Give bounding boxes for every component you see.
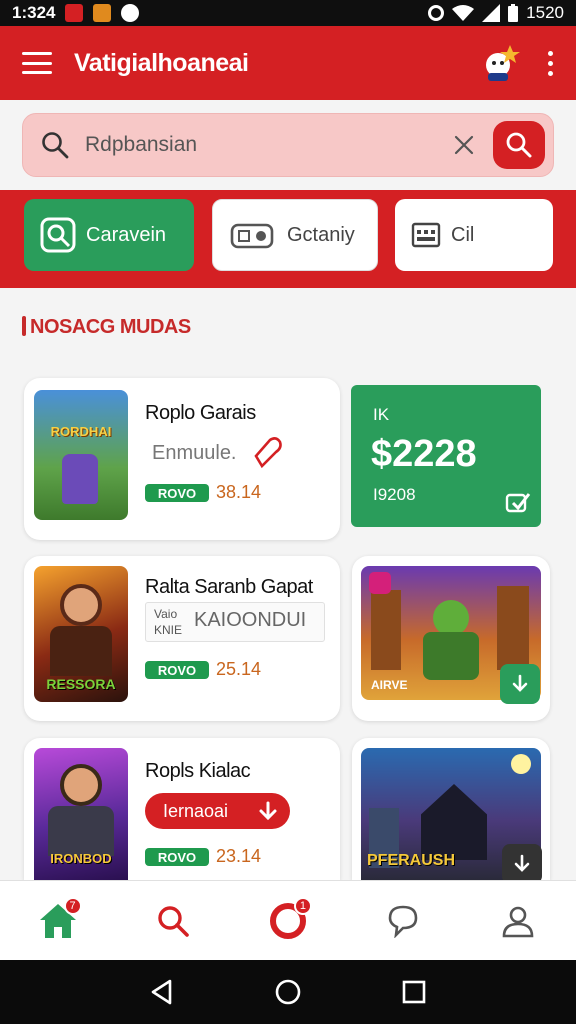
app-notification-icon <box>93 4 112 22</box>
thumbnail-logo: IRONBOD <box>50 851 112 866</box>
rating-value: 23.14 <box>216 846 262 866</box>
battery-level: 1520 <box>526 3 564 22</box>
status-time: 1:324 <box>12 3 56 22</box>
badge-icon <box>369 572 391 594</box>
sync-icon <box>428 5 445 21</box>
game-card[interactable]: RESSORA Ralta Saranb Gapat Vaio KNIE KAI… <box>24 556 340 721</box>
app-title: Vatigialhoaneai <box>74 48 249 77</box>
wifi-icon <box>452 5 475 21</box>
arrow-down-icon <box>259 801 277 821</box>
nav-search[interactable] <box>143 891 203 951</box>
tag-badge: ROVO <box>145 484 209 502</box>
rating-value: 38.14 <box>216 482 262 502</box>
signal-icon <box>482 4 501 22</box>
download-button[interactable] <box>502 844 542 884</box>
home-badge: 7 <box>63 896 82 915</box>
status-bar: 1:324 1520 <box>0 0 576 26</box>
system-navigation-bar <box>0 960 576 1024</box>
filter-chip-gctaniy[interactable]: Gctaniy <box>212 199 378 271</box>
tag-badge: ROVO <box>145 661 209 679</box>
game-thumbnail: RORDHAI <box>34 390 128 520</box>
filter-chip-label: Caravein <box>86 223 167 246</box>
nav-chat[interactable] <box>373 891 433 951</box>
side-card-label: AIRVE <box>371 678 408 692</box>
game-title: Ropls Kialac <box>145 760 251 782</box>
game-thumbnail: RESSORA <box>34 566 128 702</box>
subtitle-box: Vaio KNIE KAIOONDUI <box>145 602 325 642</box>
thumbnail-logo: RESSORA <box>46 676 116 692</box>
search-go-icon <box>506 132 532 158</box>
install-button-label: Iernaoai <box>163 800 229 821</box>
filter-chip-label: Gctaniy <box>287 223 355 246</box>
check-icon <box>505 493 531 513</box>
game-title: Ralta Saranb Gapat <box>145 576 313 598</box>
game-title: Roplo Garais <box>145 402 256 424</box>
recents-icon[interactable] <box>402 980 426 1004</box>
side-card-label: PFERAUSH <box>367 852 456 869</box>
thumbnail-logo: RORDHAI <box>50 424 112 439</box>
search-nav-icon <box>158 905 189 937</box>
keyboard-icon <box>411 222 441 248</box>
section-title: NOSACG MUDAS <box>22 316 191 339</box>
tag-badge: ROVO <box>145 848 209 866</box>
shield-notification-icon <box>121 4 140 22</box>
filter-chip-cil[interactable]: Cil <box>395 199 553 271</box>
battery-icon <box>508 4 519 22</box>
filter-chip-label: Cil <box>451 223 475 246</box>
install-button[interactable]: Iernaoai <box>145 793 290 829</box>
download-icon <box>514 854 530 872</box>
promo-code: I9208 <box>373 485 416 504</box>
promo-label: IK <box>373 405 390 424</box>
home-system-icon[interactable] <box>274 978 302 1006</box>
search-input[interactable]: Rdpbansian <box>85 133 449 157</box>
profile-icon <box>503 906 534 937</box>
like-icon[interactable] <box>250 432 288 470</box>
section-marker-icon <box>22 316 26 336</box>
game-card[interactable]: RORDHAI Roplo Garais Enmuule. ROVO 38.14 <box>24 378 340 540</box>
side-game-card[interactable]: PFERAUSH <box>352 738 550 884</box>
nav-notifications[interactable]: 1 <box>258 891 318 951</box>
app-bar: Vatigialhoaneai <box>0 26 576 100</box>
gamepad-icon <box>230 223 274 249</box>
promo-price: $2228 <box>371 433 477 475</box>
back-icon[interactable] <box>150 979 174 1005</box>
nav-profile[interactable] <box>488 891 548 951</box>
filter-chip-caravein[interactable]: Caravein <box>24 199 194 271</box>
bottom-navigation: 7 1 <box>0 880 576 960</box>
rating-value: 25.14 <box>216 659 262 679</box>
menu-icon[interactable] <box>22 52 52 74</box>
mascot-avatar-icon[interactable] <box>480 43 520 83</box>
side-game-card[interactable]: AIRVE <box>352 556 550 721</box>
notification-badge: 1 <box>293 896 312 915</box>
scan-search-icon <box>40 217 76 253</box>
search-bar[interactable]: Rdpbansian <box>22 113 554 177</box>
promo-card[interactable]: IK $2228 I9208 <box>351 385 541 527</box>
more-options-icon[interactable] <box>546 50 554 76</box>
clear-icon[interactable] <box>449 130 479 160</box>
filter-bar: Caravein Gctaniy Cil <box>0 190 576 288</box>
search-area: Rdpbansian <box>0 100 576 190</box>
chat-icon <box>388 905 418 938</box>
game-subtitle: Enmuule. <box>152 442 237 464</box>
download-button[interactable] <box>500 664 540 704</box>
gallery-notification-icon <box>65 4 84 22</box>
game-thumbnail: IRONBOD <box>34 748 128 880</box>
search-button[interactable] <box>493 121 545 169</box>
search-icon <box>42 132 69 159</box>
nav-home[interactable]: 7 <box>28 891 88 951</box>
download-icon <box>512 674 528 692</box>
